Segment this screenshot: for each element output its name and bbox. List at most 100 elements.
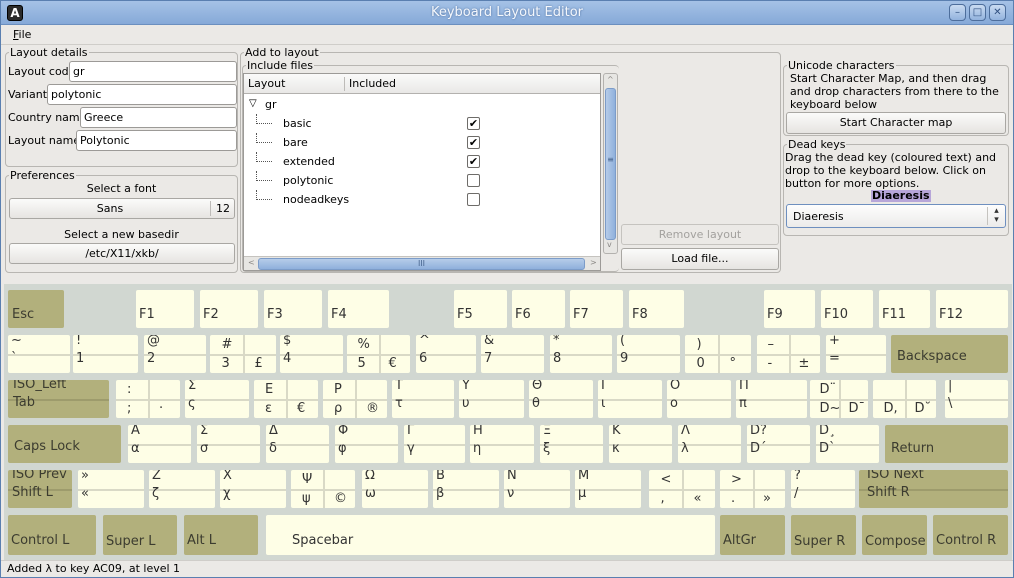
included-checkbox[interactable]: ✔ bbox=[467, 155, 480, 168]
char-key[interactable]: Ττ bbox=[392, 380, 454, 418]
scroll-up-icon[interactable]: ^ bbox=[607, 75, 614, 84]
char-key[interactable]: Σς bbox=[185, 380, 249, 418]
char-key[interactable]: Νν bbox=[504, 470, 570, 508]
char-key[interactable]: Λλ bbox=[678, 425, 741, 463]
char-key[interactable]: » « bbox=[78, 470, 144, 508]
key-control-right[interactable]: Control R bbox=[933, 515, 1008, 555]
variant-input[interactable] bbox=[47, 84, 237, 105]
char-key[interactable]: (9 bbox=[617, 335, 680, 373]
key-altgr[interactable]: AltGr bbox=[720, 515, 785, 555]
key-f6[interactable]: F6 bbox=[512, 290, 565, 328]
char-key[interactable]: $4 bbox=[280, 335, 343, 373]
char-key[interactable]: :; · bbox=[116, 380, 180, 418]
key-f10[interactable]: F10 bbox=[821, 290, 873, 328]
remove-layout-button[interactable]: Remove layout bbox=[621, 224, 779, 245]
tree-item-bare[interactable]: bare ✔ bbox=[244, 133, 600, 152]
char-key[interactable]: Θθ bbox=[529, 380, 593, 418]
char-key[interactable]: ~ ` bbox=[8, 335, 70, 373]
key-super-left[interactable]: Super L bbox=[103, 515, 177, 555]
key-f5[interactable]: F5 bbox=[454, 290, 507, 328]
maximize-button[interactable]: □ bbox=[969, 4, 986, 21]
key-alt-left[interactable]: Alt L bbox=[184, 515, 258, 555]
close-button[interactable]: ✕ bbox=[989, 4, 1006, 21]
char-key[interactable]: Οο bbox=[667, 380, 731, 418]
char-key[interactable]: Υυ bbox=[459, 380, 524, 418]
key-f2[interactable]: F2 bbox=[200, 290, 258, 328]
char-key[interactable]: Ωω bbox=[362, 470, 428, 508]
char-key[interactable]: Φφ bbox=[335, 425, 398, 463]
char-key[interactable]: ) 0 ° bbox=[685, 335, 751, 373]
char-key[interactable]: Σσ bbox=[197, 425, 260, 463]
layout-name-input[interactable] bbox=[76, 130, 237, 151]
key-spacebar[interactable]: Spacebar bbox=[266, 515, 715, 555]
column-included[interactable]: Included bbox=[349, 77, 396, 90]
scroll-down-icon[interactable]: v bbox=[607, 240, 612, 249]
minimize-button[interactable]: – bbox=[949, 4, 966, 21]
tree-item-polytonic[interactable]: polytonic bbox=[244, 171, 600, 190]
key-compose[interactable]: Compose bbox=[862, 515, 927, 555]
char-key[interactable]: Ββ bbox=[433, 470, 499, 508]
key-f4[interactable]: F4 bbox=[328, 290, 389, 328]
included-checkbox[interactable]: ✔ bbox=[467, 117, 480, 130]
char-key[interactable]: + = bbox=[826, 335, 886, 373]
char-key[interactable]: Ψψ © bbox=[291, 470, 355, 508]
included-checkbox[interactable]: ✔ bbox=[467, 136, 480, 149]
char-key[interactable]: ! 1 bbox=[73, 335, 138, 373]
char-key[interactable]: >. » bbox=[720, 470, 785, 508]
horizontal-scrollbar[interactable]: < III > bbox=[244, 256, 600, 270]
included-checkbox[interactable] bbox=[467, 174, 480, 187]
key-tab[interactable]: ISO_Left Tab bbox=[8, 380, 109, 418]
font-button[interactable]: Sans 12 bbox=[9, 198, 235, 219]
key-return[interactable]: Return bbox=[885, 425, 1008, 463]
key-shift-right[interactable]: ISO Next Shift R bbox=[859, 470, 1008, 508]
horizontal-scroll-thumb[interactable]: III bbox=[258, 258, 585, 270]
country-name-input[interactable] bbox=[80, 107, 237, 128]
char-key[interactable]: Μμ bbox=[575, 470, 641, 508]
tree-item-basic[interactable]: basic ✔ bbox=[244, 114, 600, 133]
key-f9[interactable]: F9 bbox=[764, 290, 815, 328]
tree-item-nodeadkeys[interactable]: nodeadkeys bbox=[244, 190, 600, 209]
char-key[interactable]: D¨ D~ D¯ bbox=[810, 380, 868, 418]
included-checkbox[interactable] bbox=[467, 193, 480, 206]
key-caps-lock[interactable]: Caps Lock bbox=[8, 425, 121, 463]
char-key[interactable]: Εε € bbox=[254, 380, 318, 418]
key-f3[interactable]: F3 bbox=[264, 290, 322, 328]
key-backspace[interactable]: Backspace bbox=[891, 335, 1008, 373]
key-super-right[interactable]: Super R bbox=[791, 515, 856, 555]
char-key[interactable]: & 7 bbox=[481, 335, 544, 373]
key-shift-left[interactable]: ISO Prev Shift L bbox=[8, 470, 72, 508]
tree-root-row[interactable]: ▽ gr bbox=[244, 95, 600, 114]
expander-open-icon[interactable]: ▽ bbox=[249, 98, 257, 109]
char-key[interactable]: * 8 bbox=[550, 335, 612, 373]
key-control-left[interactable]: Control L bbox=[8, 515, 96, 555]
column-layout[interactable]: Layout bbox=[248, 77, 285, 90]
menu-file[interactable]: File bbox=[13, 28, 31, 41]
basedir-button[interactable]: /etc/X11/xkb/ bbox=[9, 243, 235, 264]
char-key[interactable]: D? D´ bbox=[747, 425, 810, 463]
char-key[interactable]: % 5 € bbox=[347, 335, 410, 373]
layout-code-input[interactable] bbox=[69, 61, 237, 82]
tree-item-extended[interactable]: extended ✔ bbox=[244, 152, 600, 171]
char-key[interactable]: Γγ bbox=[404, 425, 465, 463]
start-character-map-button[interactable]: Start Character map bbox=[786, 112, 1006, 134]
char-key[interactable]: Δδ bbox=[266, 425, 329, 463]
char-key[interactable]: @2 bbox=[144, 335, 206, 373]
dead-key-draggable[interactable]: Diaeresis bbox=[871, 190, 931, 202]
char-key[interactable]: ^ 6 bbox=[416, 335, 476, 373]
key-f1[interactable]: F1 bbox=[136, 290, 194, 328]
char-key[interactable]: Κκ bbox=[609, 425, 672, 463]
char-key[interactable]: Αα bbox=[128, 425, 191, 463]
char-key[interactable]: Ξξ bbox=[540, 425, 603, 463]
char-key[interactable]: Ρρ ® bbox=[323, 380, 387, 418]
char-key[interactable]: #3 £ bbox=[210, 335, 276, 373]
dead-key-select[interactable]: Diaeresis ▴ ▾ bbox=[786, 204, 1006, 228]
vertical-scrollbar[interactable]: ^ ≡ v bbox=[603, 73, 618, 254]
load-file-button[interactable]: Load file... bbox=[621, 248, 779, 270]
scroll-right-icon[interactable]: > bbox=[590, 258, 597, 267]
char-key[interactable]: Χχ bbox=[220, 470, 286, 508]
include-files-tree[interactable]: Layout Included ▽ gr basic ✔ bare ✔ exte… bbox=[243, 73, 601, 271]
char-key[interactable]: Ζζ bbox=[149, 470, 215, 508]
char-key[interactable]: D¸ D` bbox=[816, 425, 879, 463]
char-key[interactable]: | \ bbox=[945, 380, 1008, 418]
key-f8[interactable]: F8 bbox=[629, 290, 684, 328]
